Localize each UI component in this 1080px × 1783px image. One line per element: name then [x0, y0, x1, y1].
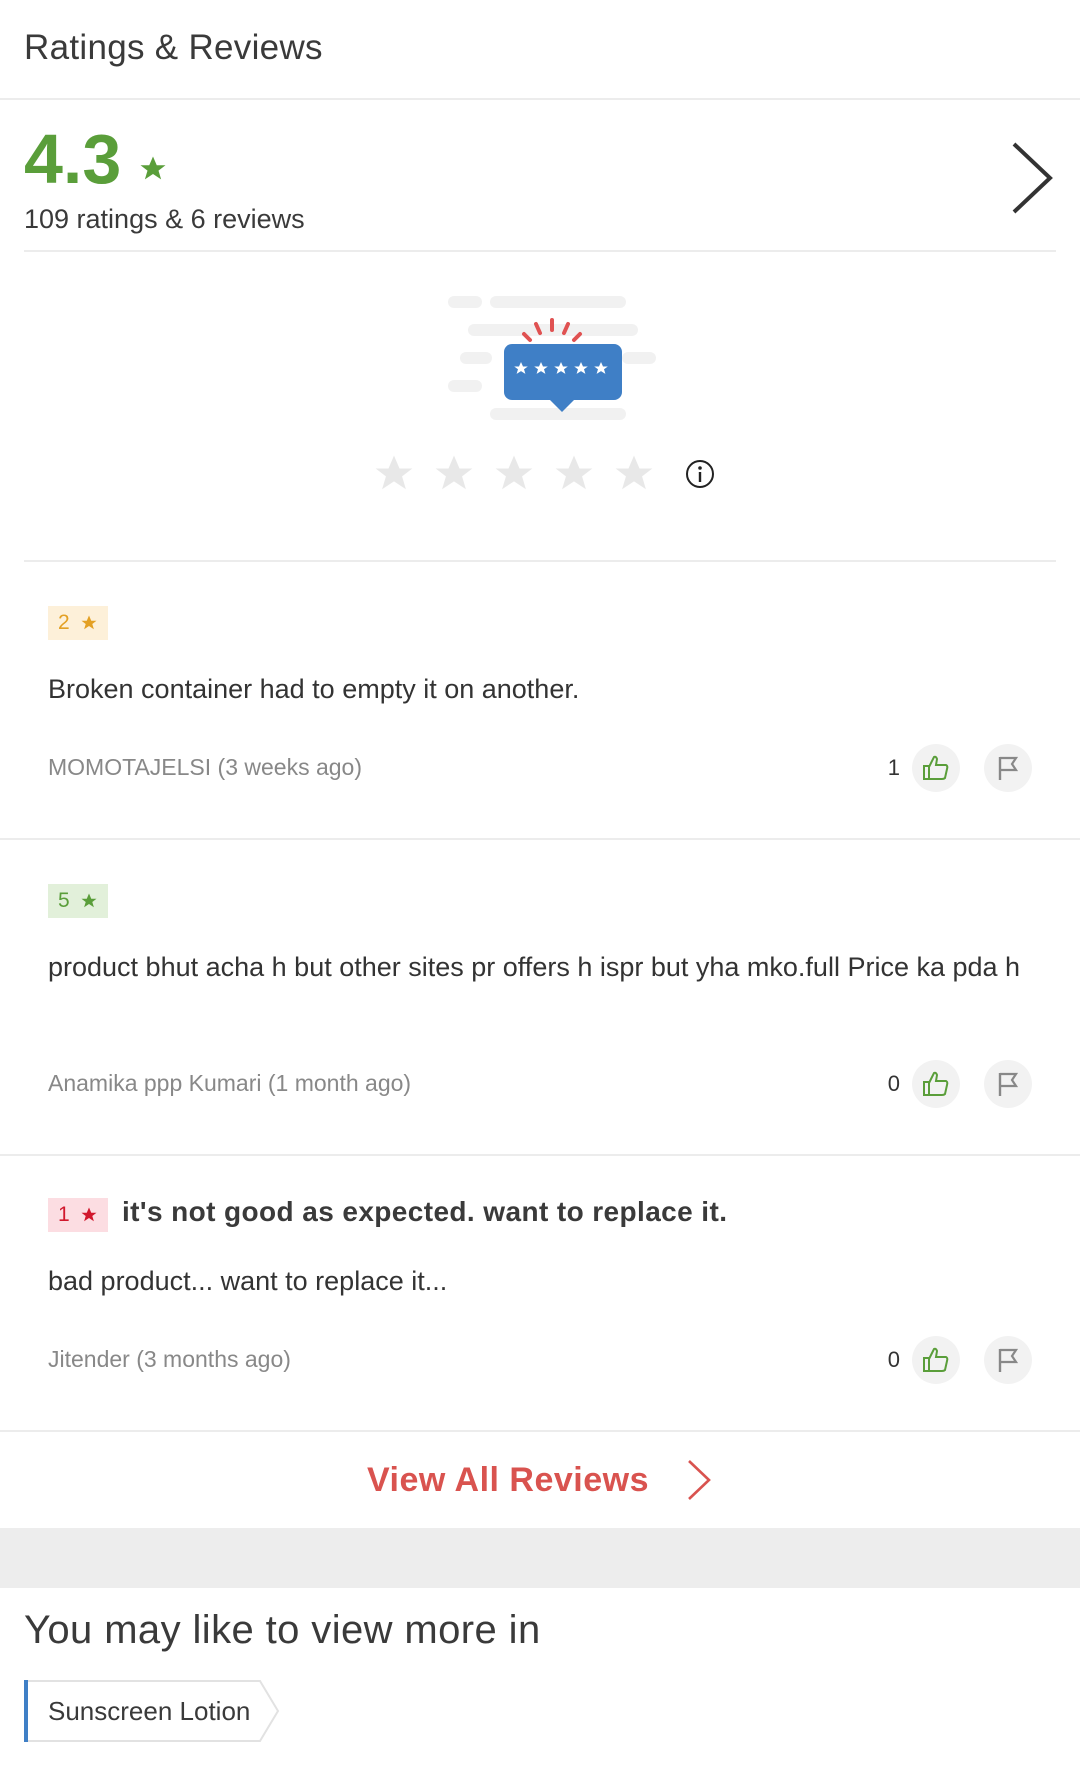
- empty-star-icon[interactable]: [492, 452, 536, 496]
- view-all-reviews-button[interactable]: View All Reviews: [0, 1432, 1080, 1528]
- rating-value: 2: [58, 611, 70, 634]
- flag-icon: [998, 1348, 1019, 1372]
- star-icon: [81, 615, 97, 630]
- like-count: 1: [887, 755, 900, 780]
- star-icon: [81, 893, 97, 908]
- category-tag-label: Sunscreen Lotion: [48, 1695, 251, 1726]
- rate-product-section: [24, 252, 1056, 562]
- rating-counts: 109 ratings & 6 reviews: [24, 204, 305, 234]
- like-count: 0: [887, 1071, 900, 1096]
- chevron-right-icon: [688, 1460, 711, 1500]
- review-body: bad product... want to replace it...: [48, 1266, 448, 1296]
- section-divider: [0, 1528, 1080, 1588]
- review-illustration-icon: [448, 296, 656, 420]
- like-button[interactable]: [912, 1336, 960, 1384]
- info-icon[interactable]: [684, 458, 716, 490]
- thumbs-up-icon: [923, 755, 949, 780]
- view-all-label: View All Reviews: [366, 1460, 650, 1499]
- chevron-right-icon[interactable]: [1008, 138, 1056, 218]
- section-title: Ratings & Reviews: [24, 28, 323, 67]
- review-actions: 0: [888, 1060, 1032, 1108]
- review-card: 5 product bhut acha h but other sites pr…: [0, 840, 1080, 1156]
- more-categories-section: You may like to view more in Sunscreen L…: [0, 1588, 1080, 1783]
- review-author: Anamika ppp Kumari (1 month ago): [48, 1070, 412, 1096]
- rating-badge: 5: [48, 884, 108, 918]
- review-body: product bhut acha h but other sites pr o…: [48, 952, 1021, 982]
- rating-value: 5: [58, 889, 70, 912]
- rating-badge: 2: [48, 606, 108, 640]
- empty-star-icon[interactable]: [552, 452, 596, 496]
- rating-value: 1: [58, 1203, 70, 1226]
- report-button[interactable]: [984, 744, 1032, 792]
- rate-stars: [372, 452, 716, 496]
- empty-star-icon[interactable]: [612, 452, 656, 496]
- thumbs-up-icon: [923, 1071, 949, 1096]
- average-rating: 4.3: [24, 120, 122, 198]
- like-count: 0: [887, 1347, 900, 1372]
- review-author: Jitender (3 months ago): [48, 1346, 291, 1372]
- review-card: 2 Broken container had to empty it on an…: [0, 562, 1080, 840]
- review-actions: 0: [888, 1336, 1032, 1384]
- category-tag[interactable]: Sunscreen Lotion: [24, 1680, 280, 1742]
- report-button[interactable]: [984, 1336, 1032, 1384]
- flag-icon: [998, 756, 1019, 780]
- empty-star-icon[interactable]: [372, 452, 416, 496]
- review-author: MOMOTAJELSI (3 weeks ago): [48, 754, 362, 780]
- review-card: 1 it's not good as expected. want to rep…: [0, 1156, 1080, 1432]
- more-heading: You may like to view more in: [24, 1608, 541, 1652]
- star-icon: [81, 1207, 97, 1222]
- flag-icon: [998, 1072, 1019, 1096]
- rating-badge: 1: [48, 1198, 108, 1232]
- like-button[interactable]: [912, 744, 960, 792]
- report-button[interactable]: [984, 1060, 1032, 1108]
- star-icon: [140, 156, 166, 180]
- review-title: it's not good as expected. want to repla…: [122, 1196, 728, 1227]
- section-header: Ratings & Reviews: [0, 0, 1080, 100]
- rating-summary[interactable]: 4.3 109 ratings & 6 reviews: [24, 100, 1056, 252]
- thumbs-up-icon: [923, 1347, 949, 1372]
- review-actions: 1: [888, 744, 1032, 792]
- empty-star-icon[interactable]: [432, 452, 476, 496]
- like-button[interactable]: [912, 1060, 960, 1108]
- review-body: Broken container had to empty it on anot…: [48, 674, 580, 704]
